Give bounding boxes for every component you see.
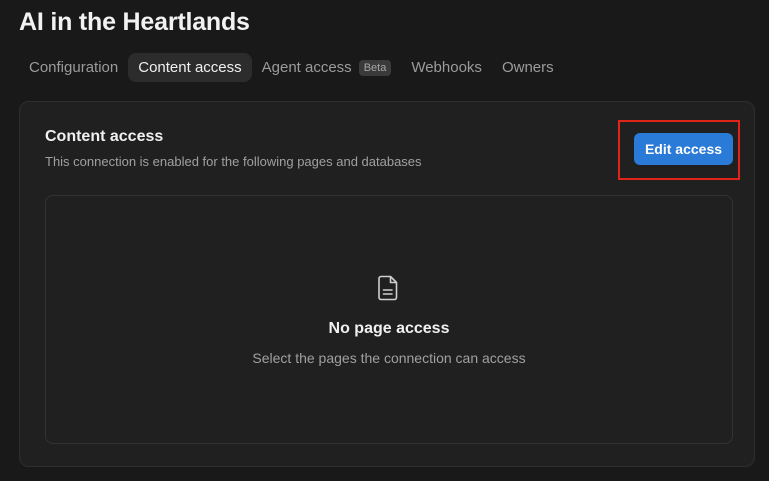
tab-label: Agent access: [261, 59, 352, 76]
document-icon: [378, 275, 398, 301]
empty-state-description: Select the pages the connection can acce…: [252, 350, 526, 366]
tab-label: Configuration: [29, 59, 119, 76]
tab-label: Content access: [138, 59, 242, 76]
beta-badge: Beta: [358, 59, 392, 76]
content-access-card: Content access This connection is enable…: [19, 101, 755, 467]
tab-content-access[interactable]: Content access: [128, 53, 252, 82]
tab-agent-access[interactable]: Agent access Beta: [252, 53, 402, 82]
page-title: AI in the Heartlands: [19, 8, 250, 36]
tab-bar: Configuration Content access Agent acces…: [19, 53, 564, 82]
tab-label: Webhooks: [411, 59, 482, 76]
empty-state-panel: No page access Select the pages the conn…: [45, 195, 733, 444]
tab-owners[interactable]: Owners: [492, 53, 564, 82]
section-description: This connection is enabled for the follo…: [45, 154, 422, 169]
section-title: Content access: [45, 128, 164, 145]
edit-access-button[interactable]: Edit access: [634, 133, 733, 165]
integration-page: AI in the Heartlands Configuration Conte…: [0, 0, 769, 481]
tab-configuration[interactable]: Configuration: [19, 53, 128, 82]
tab-label: Owners: [501, 59, 554, 76]
empty-state-title: No page access: [328, 320, 450, 337]
tab-webhooks[interactable]: Webhooks: [401, 53, 492, 82]
